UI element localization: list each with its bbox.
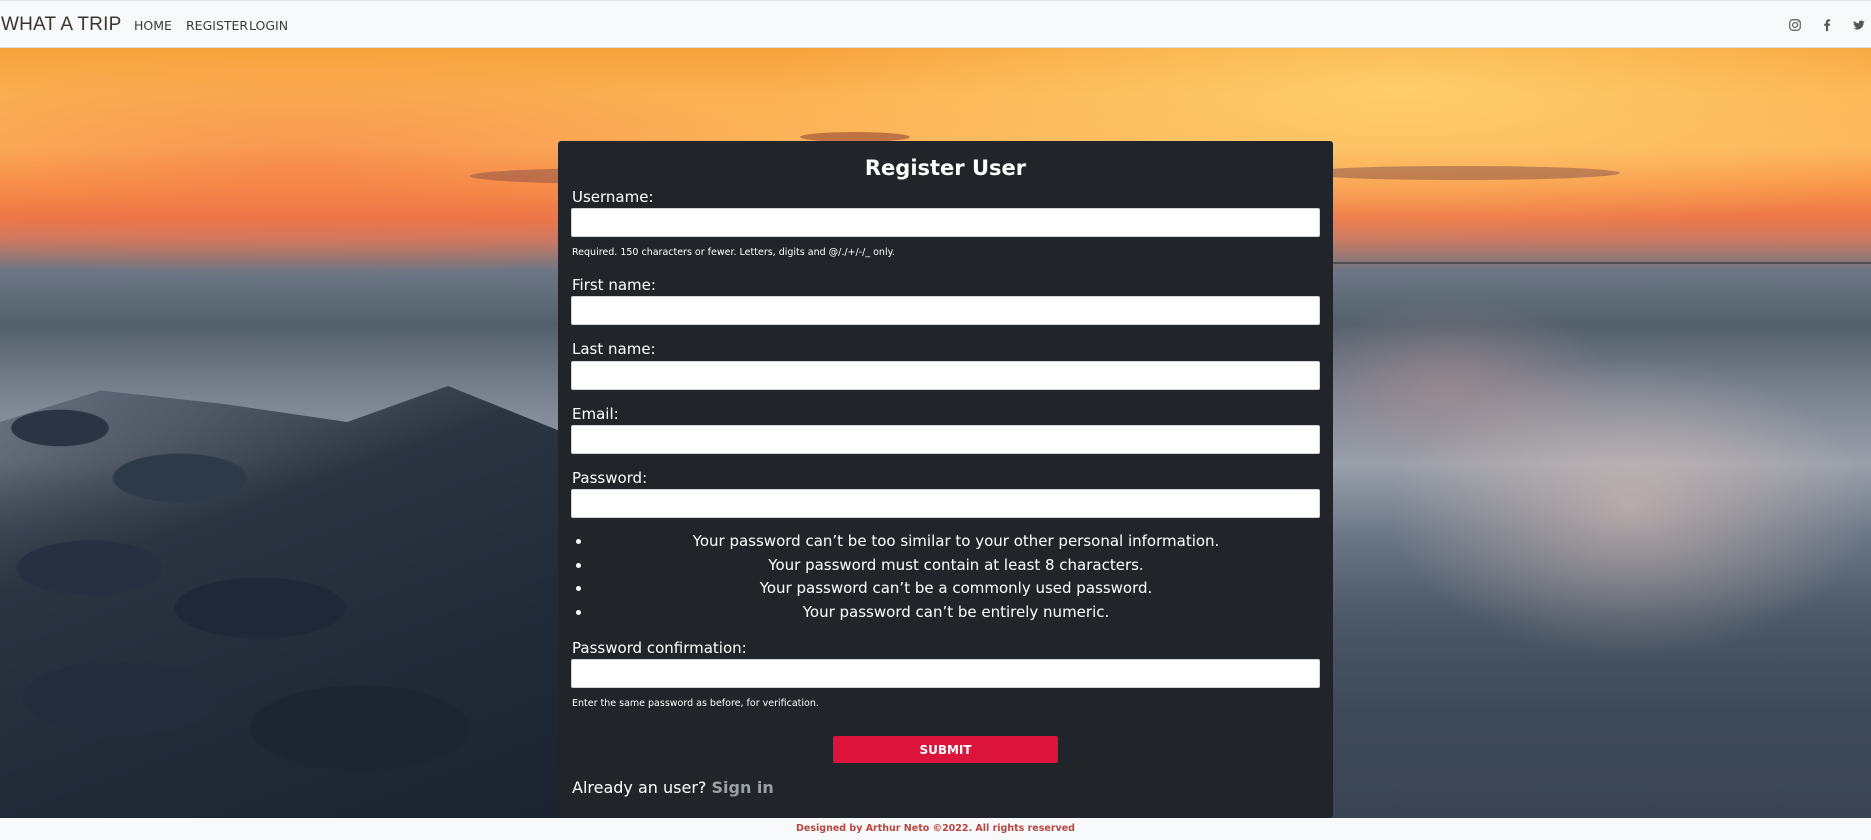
submit-button[interactable]: SUBMIT (833, 736, 1058, 763)
username-help-text: Required. 150 characters or fewer. Lette… (572, 247, 895, 258)
last-name-input[interactable] (571, 361, 1320, 390)
brand-logo[interactable]: WHAT A TRIP (1, 14, 121, 36)
password-rule: Your password can’t be a commonly used p… (592, 577, 1320, 601)
password-confirmation-input[interactable] (571, 659, 1320, 688)
twitter-icon[interactable] (1852, 18, 1866, 32)
instagram-icon[interactable] (1788, 18, 1802, 32)
password-rules-list: Your password can’t be too similar to yo… (572, 530, 1320, 624)
register-card: Register User Username: Required. 150 ch… (558, 141, 1333, 818)
password-rule: Your password can’t be entirely numeric. (592, 601, 1320, 625)
first-name-label: First name: (572, 276, 656, 294)
password-confirmation-label: Password confirmation: (572, 639, 747, 657)
coastal-rocks (0, 386, 560, 818)
password-label: Password: (572, 469, 648, 487)
nav-login-link[interactable]: LOGIN (249, 18, 288, 33)
email-input[interactable] (571, 425, 1320, 454)
last-name-label: Last name: (572, 340, 656, 358)
form-title: Register User (864, 156, 1027, 180)
nav-home-link[interactable]: HOME (134, 18, 172, 33)
sea-mist (1330, 288, 1871, 708)
email-label: Email: (572, 405, 619, 423)
username-label: Username: (572, 188, 654, 206)
password-input[interactable] (571, 489, 1320, 518)
horizon-line (1320, 262, 1871, 264)
already-user-text: Already an user? Sign in (572, 778, 774, 797)
password-rule: Your password can’t be too similar to yo… (592, 530, 1320, 554)
footer-text: Designed by Arthur Neto ©2022. All right… (796, 823, 1075, 834)
password-rule: Your password must contain at least 8 ch… (592, 554, 1320, 578)
nav-register-link[interactable]: REGISTER (186, 18, 248, 33)
cloud (1300, 166, 1620, 180)
password-confirmation-help-text: Enter the same password as before, for v… (572, 698, 819, 709)
facebook-icon[interactable] (1820, 18, 1834, 32)
already-user-label: Already an user? (572, 778, 707, 797)
first-name-input[interactable] (571, 296, 1320, 325)
footer: Designed by Arthur Neto ©2022. All right… (0, 818, 1871, 840)
navbar: WHAT A TRIP HOME REGISTER LOGIN (0, 0, 1871, 48)
username-input[interactable] (571, 208, 1320, 237)
sign-in-link[interactable]: Sign in (712, 778, 774, 797)
